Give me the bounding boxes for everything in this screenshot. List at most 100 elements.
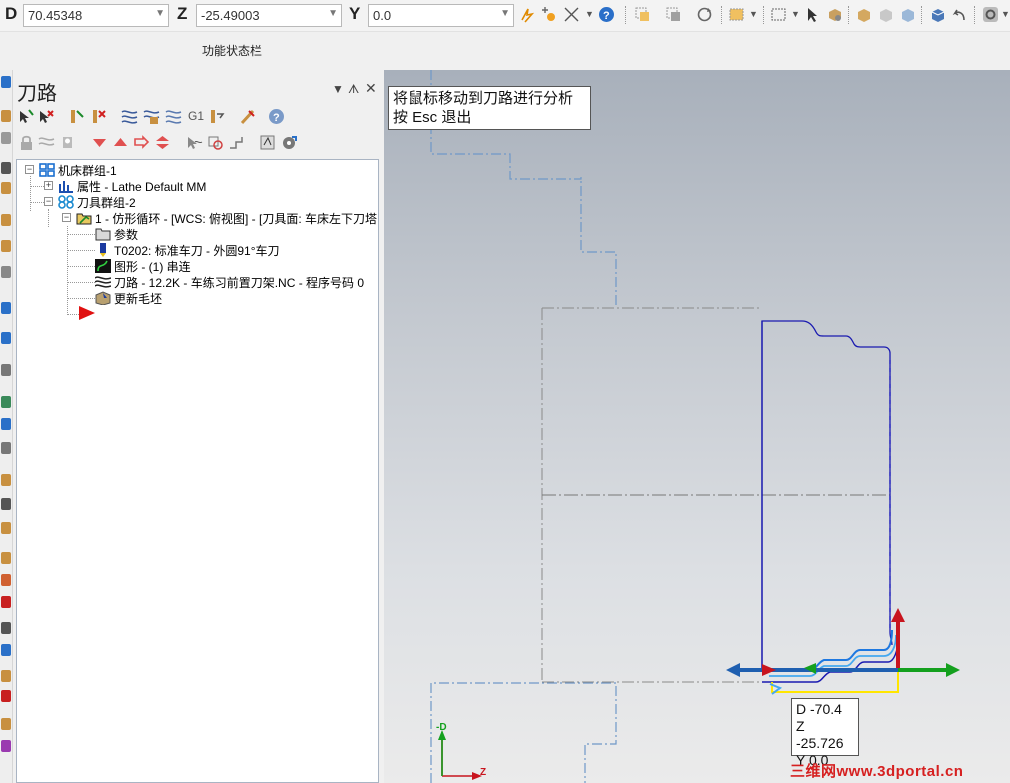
tooltip-line-1: 将鼠标移动到刀路进行分析	[393, 90, 574, 107]
help-icon[interactable]: ?	[268, 108, 285, 125]
boolean-tool-icon[interactable]	[1, 644, 11, 656]
rectangle-select-icon[interactable]	[770, 6, 787, 23]
select-failed-ops-icon[interactable]	[38, 108, 55, 125]
thicken-tool-icon[interactable]	[1, 718, 11, 730]
toggle-posting-icon[interactable]	[59, 134, 76, 151]
simulate-icon[interactable]	[165, 108, 182, 125]
pointer-tool-icon[interactable]	[1, 76, 11, 88]
extrude-tool-icon[interactable]	[1, 214, 11, 226]
fillet-tool-icon[interactable]	[1, 522, 11, 534]
autocursor-settings-icon[interactable]	[540, 6, 557, 23]
collapse-operation-toggle[interactable]: −	[62, 213, 71, 222]
measure-tool-icon[interactable]	[1, 442, 11, 454]
draft-tool-icon[interactable]	[1, 574, 11, 586]
chamfer-tool-icon[interactable]	[1, 474, 11, 486]
view-cube-icon[interactable]	[929, 6, 946, 23]
refresh-select-icon[interactable]	[696, 6, 713, 23]
close-panel-icon[interactable]: ✕	[365, 80, 377, 97]
g1-post-button[interactable]: G1	[188, 109, 205, 126]
geometry-chain-icon	[95, 259, 111, 273]
show-fixture-icon[interactable]	[228, 134, 245, 151]
post-process-icon[interactable]	[208, 108, 225, 125]
regenerate-dirty-ops-icon[interactable]	[90, 108, 107, 125]
expand-collapse-icon[interactable]	[154, 134, 171, 151]
pin-icon[interactable]: ᗑ	[348, 82, 359, 97]
chevron-down-icon[interactable]: ▼	[500, 8, 510, 19]
delete-tool-icon[interactable]	[1, 596, 11, 608]
tree-item-operation[interactable]: 1 - 仿形循环 - [WCS: 俯视图] - [刀具面: 车床左下刀塔	[76, 210, 377, 226]
select-all-ops-icon[interactable]	[18, 108, 35, 125]
analyze-tool-icon[interactable]	[1, 396, 11, 408]
z-coordinate-input[interactable]: -25.49003 ▼	[196, 4, 342, 27]
mesh-tool-icon[interactable]	[1, 364, 11, 376]
y-coordinate-input[interactable]: 0.0 ▼	[368, 4, 514, 27]
select-all-icon[interactable]	[634, 6, 651, 23]
solid-face-icon[interactable]	[855, 6, 872, 23]
chevron-down-icon[interactable]: ▼	[155, 8, 165, 19]
insert-position-arrow-icon[interactable]	[79, 306, 95, 320]
tree-item-toolgroup[interactable]: 刀具群组-2	[58, 194, 136, 210]
single-display-icon[interactable]	[186, 134, 203, 151]
chevron-down-icon[interactable]: ▼	[328, 8, 338, 19]
collapse-machine-group-toggle[interactable]: −	[25, 165, 34, 174]
solid-body-icon[interactable]	[877, 6, 894, 23]
intersection-icon[interactable]	[563, 6, 580, 23]
transform-tool-icon[interactable]	[1, 332, 11, 344]
sweep-tool-icon[interactable]	[1, 266, 11, 278]
solid-edge-icon[interactable]	[899, 6, 916, 23]
trim-tool-icon[interactable]	[1, 498, 11, 510]
undo-view-icon[interactable]	[951, 6, 968, 23]
chevron-down-icon[interactable]: ▼	[1001, 9, 1010, 26]
split-tool-icon[interactable]	[1, 622, 11, 634]
select-group-icon[interactable]	[665, 6, 682, 23]
line-tool-icon[interactable]	[1, 132, 11, 144]
offset-tool-icon[interactable]	[1, 670, 11, 682]
color-tool-icon[interactable]	[1, 740, 11, 752]
arc-tool-icon[interactable]	[1, 162, 11, 174]
show-stock-icon[interactable]	[207, 134, 224, 151]
settings-gear-icon[interactable]	[982, 6, 999, 23]
toggle-display-icon[interactable]	[38, 134, 55, 151]
tree-item-geometry[interactable]: 图形 - (1) 串连	[95, 258, 191, 274]
toolbar-separator	[625, 6, 626, 24]
tree-item-label: 1 - 仿形循环 - [WCS: 俯视图] - [刀具面: 车床左下刀塔	[95, 211, 378, 226]
panel-menu-dropdown-icon[interactable]: ▼	[332, 82, 344, 96]
help-icon[interactable]: ?	[598, 6, 615, 23]
panel-title: 刀路	[17, 83, 57, 105]
move-up-icon[interactable]	[112, 134, 129, 151]
snap-point-icon[interactable]	[519, 6, 536, 23]
layer-tool-icon[interactable]	[1, 302, 11, 314]
tree-item-toolpath[interactable]: 刀路 - 12.2K - 车练习前置刀架.NC - 程序号码 0	[95, 274, 364, 290]
tree-item-properties[interactable]: 属性 - Lathe Default MM	[58, 178, 206, 194]
grid-tool-icon[interactable]	[1, 418, 11, 430]
tree-item-update-stock[interactable]: 更新毛坯	[95, 290, 162, 306]
window-select-icon[interactable]	[728, 6, 745, 23]
tool-settings-icon[interactable]	[281, 134, 298, 151]
lathe-tool-icon	[100, 243, 106, 257]
revolve-tool-icon[interactable]	[1, 240, 11, 252]
y-coordinate-value: 0.0	[373, 8, 392, 23]
solid-select-icon[interactable]	[826, 6, 843, 23]
lock-icon[interactable]	[18, 134, 35, 151]
backplot-icon[interactable]	[121, 108, 138, 125]
solid-tool-icon[interactable]	[1, 182, 11, 194]
collapse-toolgroup-toggle[interactable]: −	[44, 197, 53, 206]
stop-tool-icon[interactable]	[1, 690, 11, 702]
d-coordinate-input[interactable]: 70.45348 ▼	[23, 4, 169, 27]
pointer-icon[interactable]	[804, 6, 821, 23]
verify-icon[interactable]	[143, 108, 160, 125]
expand-properties-toggle[interactable]: +	[44, 181, 53, 190]
graphics-viewport[interactable]: -D Z 将鼠标移动到刀路进行分析 按 Esc 退出 D -70.4 Z -25…	[384, 70, 1010, 783]
box-tool-icon[interactable]	[1, 110, 11, 122]
readout-z: Z -25.726	[796, 718, 844, 751]
tree-item-parameters[interactable]: 参数	[95, 226, 138, 242]
tree-item-tool[interactable]: T0202: 标准车刀 - 外圆91°车刀	[95, 242, 280, 258]
tree-item-machine-group[interactable]: 机床群组-1	[39, 162, 117, 178]
toolpath-editor-icon[interactable]	[259, 134, 276, 151]
regenerate-ops-icon[interactable]	[68, 108, 85, 125]
wcs-z-axis-label: Z	[480, 767, 487, 778]
insert-arrow-icon[interactable]	[133, 134, 150, 151]
tool-manager-icon[interactable]	[239, 108, 256, 125]
move-down-icon[interactable]	[91, 134, 108, 151]
shell-tool-icon[interactable]	[1, 552, 11, 564]
